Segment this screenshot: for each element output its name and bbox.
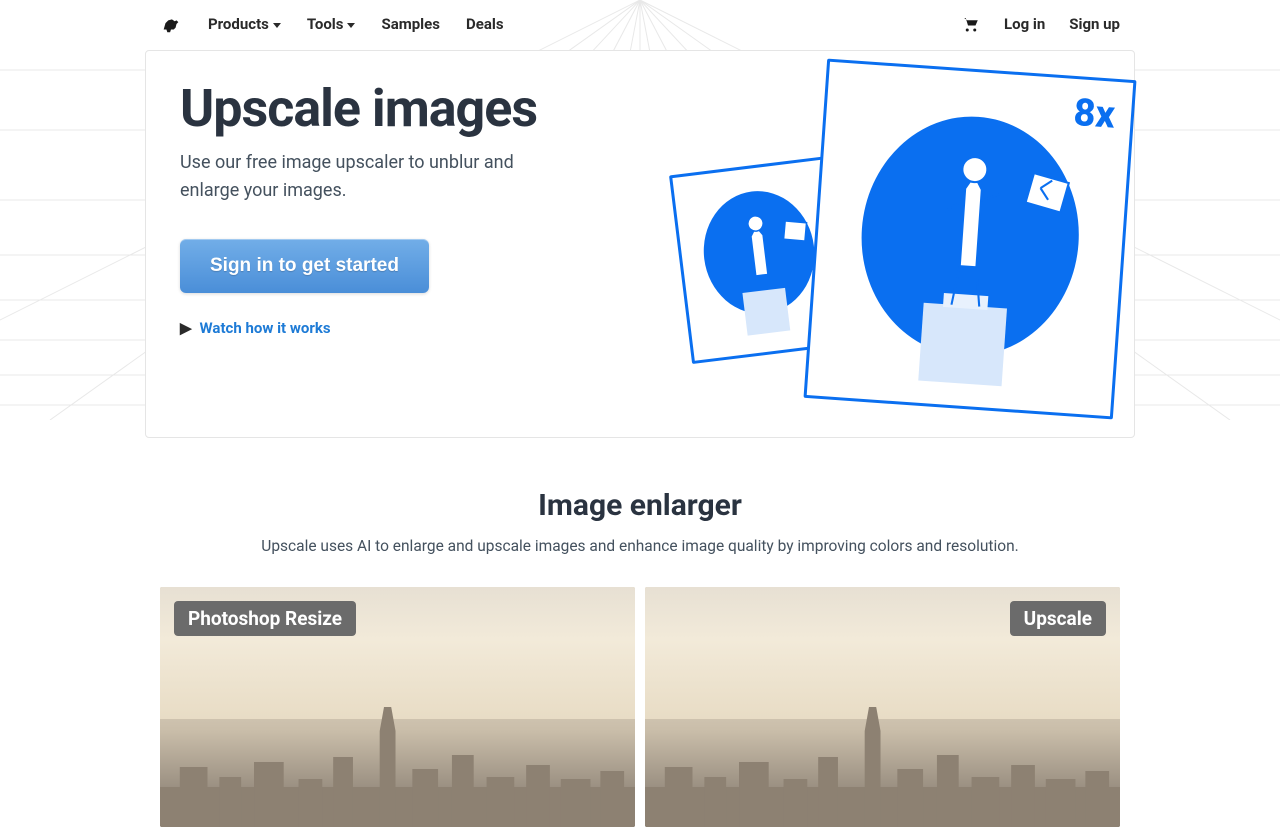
compare-left-label: Photoshop Resize	[174, 601, 356, 636]
hero-copy: Upscale images Use our free image upscal…	[180, 81, 620, 411]
hero-subtitle: Use our free image upscaler to unblur an…	[180, 149, 560, 205]
image-enlarger-section: Image enlarger Upscale uses AI to enlarg…	[0, 488, 1280, 827]
illustration-large-frame: 8x	[804, 59, 1137, 420]
signin-cta-button[interactable]: Sign in to get started	[180, 239, 429, 293]
nav-login[interactable]: Log in	[1004, 15, 1045, 33]
nav-products[interactable]: Products	[208, 15, 281, 33]
chevron-down-icon	[347, 23, 355, 28]
nav-signup[interactable]: Sign up	[1069, 15, 1120, 33]
logo-horse-icon[interactable]	[160, 13, 182, 35]
nav-right: Log in Sign up	[962, 15, 1120, 33]
section-title: Image enlarger	[0, 488, 1280, 523]
chevron-down-icon	[273, 23, 281, 28]
compare-row: Photoshop Resize	[160, 587, 1120, 827]
hero-title: Upscale images	[180, 81, 620, 137]
watch-how-it-works-link[interactable]: ▶ Watch how it works	[180, 319, 620, 337]
compare-left-image: Photoshop Resize	[160, 587, 635, 827]
hero-illustration: 8x	[660, 81, 1100, 411]
watch-label: Watch how it works	[200, 319, 331, 337]
nav-products-label: Products	[208, 15, 269, 33]
compare-right-image: Upscale	[645, 587, 1120, 827]
nav-tools[interactable]: Tools	[307, 15, 356, 33]
nav-samples[interactable]: Samples	[381, 15, 439, 33]
scale-badge: 8x	[1072, 91, 1116, 138]
nav-deals[interactable]: Deals	[466, 15, 504, 33]
play-icon: ▶	[180, 319, 192, 337]
hero-card: Upscale images Use our free image upscal…	[145, 50, 1135, 438]
nav-left: Products Tools Samples Deals	[160, 13, 504, 35]
section-desc: Upscale uses AI to enlarge and upscale i…	[0, 537, 1280, 555]
compare-right-label: Upscale	[1010, 601, 1106, 636]
nav-tools-label: Tools	[307, 15, 344, 33]
cart-icon[interactable]	[962, 15, 980, 33]
top-nav: Products Tools Samples Deals Log in Sign…	[0, 0, 1280, 48]
